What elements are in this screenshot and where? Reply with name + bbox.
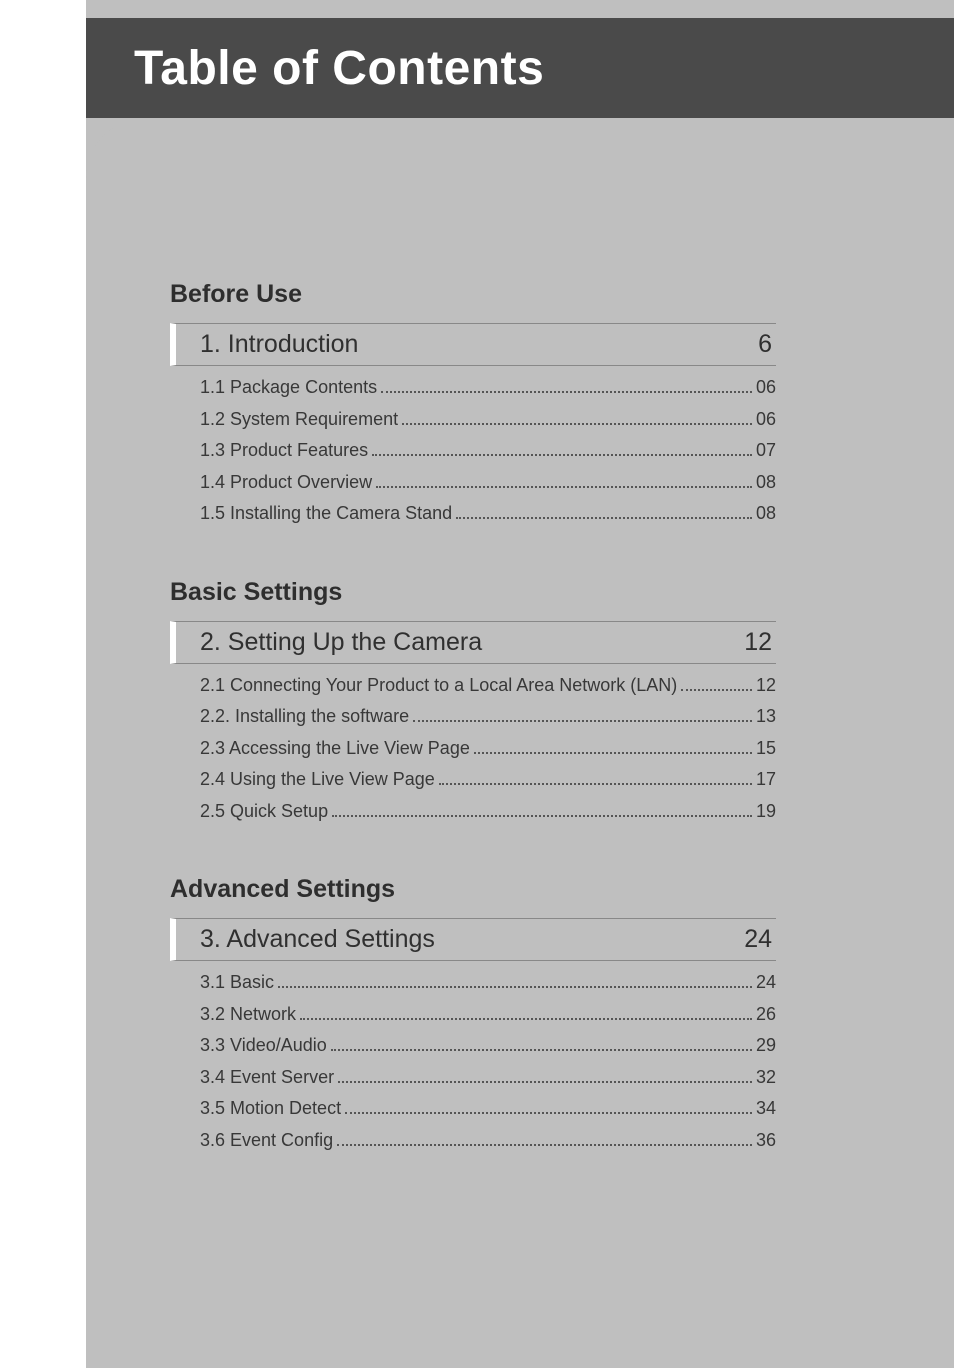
toc-entry: 1.3 Product Features 07 bbox=[200, 435, 776, 467]
leader-dots bbox=[381, 391, 752, 393]
entry-page: 17 bbox=[756, 764, 776, 796]
entry-label: 2.3 Accessing the Live View Page bbox=[200, 733, 470, 765]
entry-page: 15 bbox=[756, 733, 776, 765]
entry-page: 13 bbox=[756, 701, 776, 733]
leader-dots bbox=[402, 423, 752, 425]
table-of-contents: Before Use 1. Introduction 6 1.1 Package… bbox=[170, 280, 776, 1204]
entry-page: 08 bbox=[756, 498, 776, 530]
entry-page: 06 bbox=[756, 404, 776, 436]
leader-dots bbox=[338, 1081, 752, 1083]
entry-label: 3.6 Event Config bbox=[200, 1125, 333, 1157]
chapter-page: 6 bbox=[758, 330, 772, 359]
entry-label: 1.1 Package Contents bbox=[200, 372, 377, 404]
entry-label: 2.1 Connecting Your Product to a Local A… bbox=[200, 670, 677, 702]
chapter-row: 2. Setting Up the Camera 12 bbox=[170, 621, 776, 664]
chapter-title: 3. Advanced Settings bbox=[200, 925, 435, 954]
leader-dots bbox=[456, 517, 752, 519]
toc-entry: 3.2 Network 26 bbox=[200, 999, 776, 1031]
entry-page: 24 bbox=[756, 967, 776, 999]
toc-entry: 3.4 Event Server 32 bbox=[200, 1062, 776, 1094]
entry-page: 08 bbox=[756, 467, 776, 499]
entry-page: 19 bbox=[756, 796, 776, 828]
section-heading: Before Use bbox=[170, 280, 776, 309]
section-heading: Advanced Settings bbox=[170, 875, 776, 904]
toc-entry: 2.1 Connecting Your Product to a Local A… bbox=[200, 670, 776, 702]
chapter-title: 1. Introduction bbox=[200, 330, 358, 359]
toc-entry: 2.5 Quick Setup 19 bbox=[200, 796, 776, 828]
toc-entry: 2.4 Using the Live View Page 17 bbox=[200, 764, 776, 796]
leader-dots bbox=[681, 689, 752, 691]
leader-dots bbox=[376, 486, 752, 488]
toc-entry: 1.1 Package Contents 06 bbox=[200, 372, 776, 404]
section-heading: Basic Settings bbox=[170, 578, 776, 607]
chapter-row: 3. Advanced Settings 24 bbox=[170, 918, 776, 961]
entry-page: 32 bbox=[756, 1062, 776, 1094]
entry-page: 36 bbox=[756, 1125, 776, 1157]
entry-label: 1.4 Product Overview bbox=[200, 467, 372, 499]
toc-entry: 1.2 System Requirement 06 bbox=[200, 404, 776, 436]
leader-dots bbox=[413, 720, 752, 722]
page-title: Table of Contents bbox=[134, 41, 544, 96]
entry-page: 07 bbox=[756, 435, 776, 467]
entry-label: 2.4 Using the Live View Page bbox=[200, 764, 435, 796]
chapter-page: 12 bbox=[744, 628, 772, 657]
entry-label: 1.2 System Requirement bbox=[200, 404, 398, 436]
entry-page: 34 bbox=[756, 1093, 776, 1125]
entry-label: 1.3 Product Features bbox=[200, 435, 368, 467]
chapter-page: 24 bbox=[744, 925, 772, 954]
toc-entry: 1.4 Product Overview 08 bbox=[200, 467, 776, 499]
entry-page: 12 bbox=[756, 670, 776, 702]
leader-dots bbox=[331, 1049, 752, 1051]
toc-entry: 3.5 Motion Detect 34 bbox=[200, 1093, 776, 1125]
entry-label: 3.1 Basic bbox=[200, 967, 274, 999]
leader-dots bbox=[337, 1144, 752, 1146]
entry-label: 3.5 Motion Detect bbox=[200, 1093, 341, 1125]
entry-label: 2.2. Installing the software bbox=[200, 701, 409, 733]
entry-label: 3.2 Network bbox=[200, 999, 296, 1031]
toc-entry: 3.1 Basic 24 bbox=[200, 967, 776, 999]
leader-dots bbox=[332, 815, 752, 817]
entries-list: 1.1 Package Contents 06 1.2 System Requir… bbox=[200, 372, 776, 530]
toc-entry: 3.6 Event Config 36 bbox=[200, 1125, 776, 1157]
leader-dots bbox=[439, 783, 752, 785]
entry-label: 3.3 Video/Audio bbox=[200, 1030, 327, 1062]
entry-page: 29 bbox=[756, 1030, 776, 1062]
chapter-title: 2. Setting Up the Camera bbox=[200, 628, 482, 657]
leader-dots bbox=[278, 986, 752, 988]
toc-entry: 1.5 Installing the Camera Stand 08 bbox=[200, 498, 776, 530]
entry-label: 3.4 Event Server bbox=[200, 1062, 334, 1094]
entry-page: 06 bbox=[756, 372, 776, 404]
entry-label: 2.5 Quick Setup bbox=[200, 796, 328, 828]
leader-dots bbox=[345, 1112, 752, 1114]
entry-page: 26 bbox=[756, 999, 776, 1031]
entry-label: 1.5 Installing the Camera Stand bbox=[200, 498, 452, 530]
toc-entry: 3.3 Video/Audio 29 bbox=[200, 1030, 776, 1062]
entries-list: 2.1 Connecting Your Product to a Local A… bbox=[200, 670, 776, 828]
leader-dots bbox=[300, 1018, 752, 1020]
entries-list: 3.1 Basic 24 3.2 Network 26 3.3 Video/Audi… bbox=[200, 967, 776, 1156]
page-title-bar: Table of Contents bbox=[86, 18, 954, 118]
left-margin-stripe bbox=[0, 0, 86, 1368]
leader-dots bbox=[372, 454, 752, 456]
leader-dots bbox=[474, 752, 752, 754]
toc-entry: 2.3 Accessing the Live View Page 15 bbox=[200, 733, 776, 765]
toc-entry: 2.2. Installing the software 13 bbox=[200, 701, 776, 733]
chapter-row: 1. Introduction 6 bbox=[170, 323, 776, 366]
